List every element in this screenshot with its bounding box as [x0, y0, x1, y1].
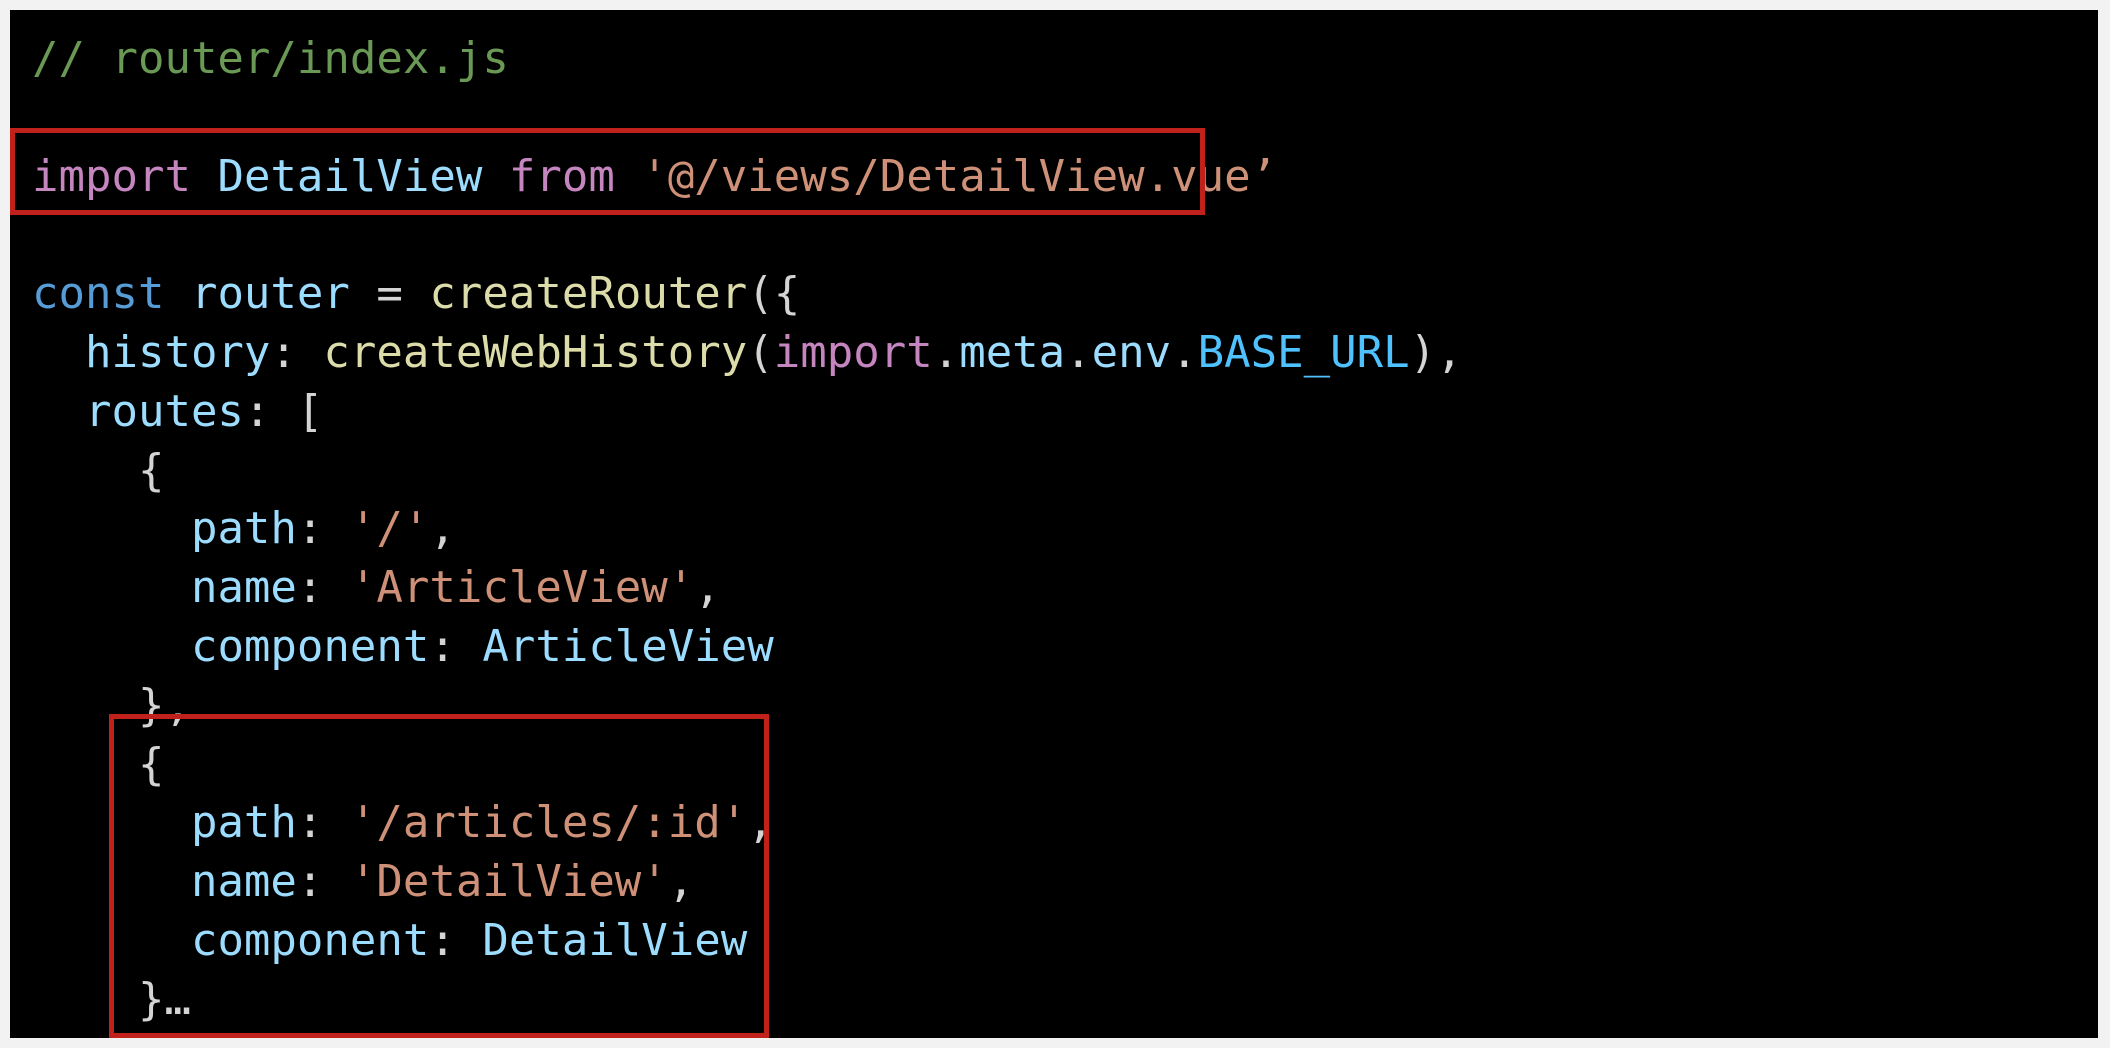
code-token: '/': [349, 503, 430, 555]
code-block: // router/index.js​import DetailView fro…: [32, 30, 1463, 1030]
code-token: path: [190, 503, 297, 555]
code-token: :: [270, 326, 324, 378]
code-token: component: [190, 620, 430, 672]
code-token: (: [747, 326, 774, 378]
code-token: 'DetailView': [349, 856, 668, 908]
code-token: component: [190, 914, 430, 966]
code-line: path: '/articles/:id',: [32, 794, 1463, 853]
code-token: ),: [1409, 326, 1463, 378]
code-line: ​: [32, 89, 1463, 148]
code-token: : [: [243, 385, 324, 437]
code-token: name: [190, 562, 297, 614]
code-line: ​: [32, 206, 1463, 265]
code-line: const router = createRouter({: [32, 265, 1463, 324]
code-token: router: [190, 268, 350, 320]
code-line: {: [32, 736, 1463, 795]
code-token: BASE_URL: [1197, 326, 1410, 378]
code-token: DetailView: [217, 150, 483, 202]
code-token: :: [296, 503, 350, 555]
code-token: history: [84, 326, 271, 378]
code-line: routes: [: [32, 383, 1463, 442]
code-line: name: 'DetailView',: [32, 853, 1463, 912]
code-token: createRouter: [429, 268, 748, 320]
code-token: .: [1171, 326, 1198, 378]
code-token: .: [932, 326, 960, 378]
code-screenshot-frame: // router/index.js​import DetailView fro…: [10, 10, 2098, 1038]
code-token: :: [296, 856, 350, 908]
code-token: :: [296, 797, 350, 849]
code-token: routes: [84, 385, 244, 437]
code-token: {: [32, 738, 165, 790]
code-line: },: [32, 677, 1463, 736]
code-token: ,: [667, 856, 695, 908]
code-token: ,: [747, 797, 774, 849]
code-token: DetailView: [482, 914, 748, 966]
code-line: import DetailView from '@/views/DetailVi…: [32, 148, 1463, 207]
code-token: '@/views/DetailView.vue’: [641, 150, 1278, 202]
code-token: from: [508, 150, 615, 202]
code-line: {: [32, 442, 1463, 501]
code-token: meta: [959, 326, 1066, 378]
code-token: '/articles/:id': [349, 797, 748, 849]
code-line: // router/index.js: [32, 30, 1463, 89]
code-line: component: DetailView: [32, 912, 1463, 971]
code-line: }…: [32, 971, 1463, 1030]
code-token: ArticleView: [482, 620, 774, 672]
code-token: import: [32, 150, 191, 202]
code-token: ,: [694, 562, 721, 614]
code-token: =: [349, 268, 430, 320]
code-token: .: [1065, 326, 1092, 378]
code-token: :: [429, 620, 483, 672]
code-token: env: [1091, 326, 1172, 378]
code-token: // router/index.js: [32, 33, 509, 84]
code-line: name: 'ArticleView',: [32, 559, 1463, 618]
code-token: createWebHistory: [323, 326, 748, 378]
code-token: 'ArticleView': [349, 562, 695, 614]
code-token: :: [429, 914, 483, 966]
code-token: {: [32, 444, 165, 496]
code-token: }…: [32, 973, 191, 1025]
code-line: path: '/',: [32, 500, 1463, 559]
code-token: path: [190, 797, 297, 849]
code-line: history: createWebHistory(import.meta.en…: [32, 324, 1463, 383]
code-token: ,: [429, 503, 456, 555]
code-token: :: [296, 562, 350, 614]
code-token: name: [190, 856, 297, 908]
code-token: },: [32, 679, 191, 731]
code-line: component: ArticleView: [32, 618, 1463, 677]
code-token: const: [32, 268, 165, 320]
code-token: ({: [747, 268, 801, 320]
code-token: import: [773, 326, 933, 378]
